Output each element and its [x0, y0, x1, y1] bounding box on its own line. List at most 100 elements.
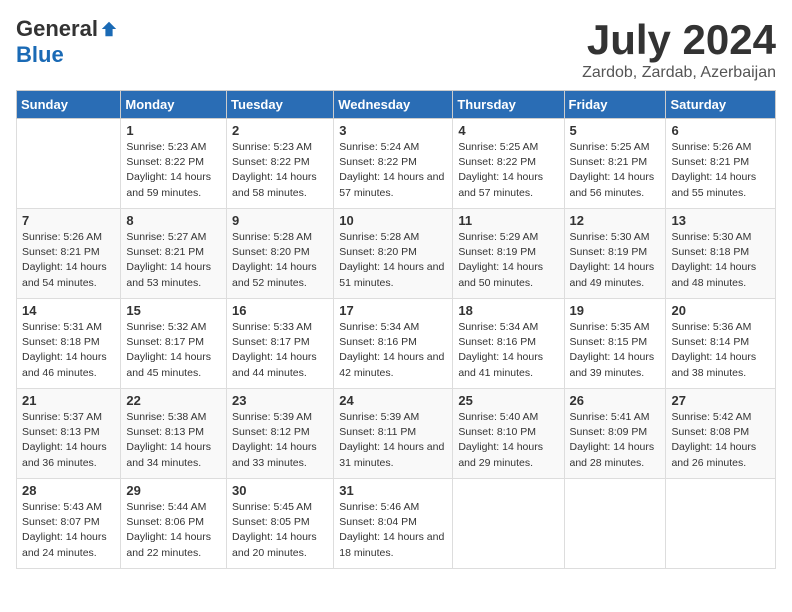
day-number: 26 — [570, 393, 661, 408]
day-number: 27 — [671, 393, 770, 408]
day-number: 19 — [570, 303, 661, 318]
calendar-subtitle: Zardob, Zardab, Azerbaijan — [582, 64, 776, 82]
day-info: Sunrise: 5:45 AMSunset: 8:05 PMDaylight:… — [232, 501, 317, 559]
calendar-cell: 29 Sunrise: 5:44 AMSunset: 8:06 PMDaylig… — [121, 479, 227, 569]
col-monday: Monday — [121, 91, 227, 119]
day-info: Sunrise: 5:39 AMSunset: 8:12 PMDaylight:… — [232, 411, 317, 469]
day-number: 18 — [458, 303, 558, 318]
day-info: Sunrise: 5:36 AMSunset: 8:14 PMDaylight:… — [671, 321, 756, 379]
day-info: Sunrise: 5:30 AMSunset: 8:18 PMDaylight:… — [671, 231, 756, 289]
calendar-cell: 5 Sunrise: 5:25 AMSunset: 8:21 PMDayligh… — [564, 119, 666, 209]
day-number: 9 — [232, 213, 328, 228]
calendar-cell: 3 Sunrise: 5:24 AMSunset: 8:22 PMDayligh… — [334, 119, 453, 209]
day-number: 15 — [126, 303, 221, 318]
day-number: 31 — [339, 483, 447, 498]
day-number: 5 — [570, 123, 661, 138]
calendar-cell: 6 Sunrise: 5:26 AMSunset: 8:21 PMDayligh… — [666, 119, 776, 209]
calendar-title: July 2024 — [582, 16, 776, 64]
day-number: 22 — [126, 393, 221, 408]
calendar-cell: 25 Sunrise: 5:40 AMSunset: 8:10 PMDaylig… — [453, 389, 564, 479]
day-number: 25 — [458, 393, 558, 408]
week-row-1: 1 Sunrise: 5:23 AMSunset: 8:22 PMDayligh… — [17, 119, 776, 209]
day-number: 13 — [671, 213, 770, 228]
day-number: 28 — [22, 483, 115, 498]
calendar-cell: 20 Sunrise: 5:36 AMSunset: 8:14 PMDaylig… — [666, 299, 776, 389]
calendar-cell: 10 Sunrise: 5:28 AMSunset: 8:20 PMDaylig… — [334, 209, 453, 299]
day-info: Sunrise: 5:28 AMSunset: 8:20 PMDaylight:… — [339, 231, 444, 289]
day-info: Sunrise: 5:46 AMSunset: 8:04 PMDaylight:… — [339, 501, 444, 559]
day-info: Sunrise: 5:33 AMSunset: 8:17 PMDaylight:… — [232, 321, 317, 379]
logo-general-text: General — [16, 16, 98, 42]
calendar-cell: 31 Sunrise: 5:46 AMSunset: 8:04 PMDaylig… — [334, 479, 453, 569]
day-info: Sunrise: 5:27 AMSunset: 8:21 PMDaylight:… — [126, 231, 211, 289]
calendar-cell — [666, 479, 776, 569]
week-row-5: 28 Sunrise: 5:43 AMSunset: 8:07 PMDaylig… — [17, 479, 776, 569]
header-row: Sunday Monday Tuesday Wednesday Thursday… — [17, 91, 776, 119]
day-info: Sunrise: 5:34 AMSunset: 8:16 PMDaylight:… — [458, 321, 543, 379]
day-info: Sunrise: 5:25 AMSunset: 8:22 PMDaylight:… — [458, 141, 543, 199]
calendar-cell: 7 Sunrise: 5:26 AMSunset: 8:21 PMDayligh… — [17, 209, 121, 299]
calendar-cell: 23 Sunrise: 5:39 AMSunset: 8:12 PMDaylig… — [227, 389, 334, 479]
calendar-cell: 19 Sunrise: 5:35 AMSunset: 8:15 PMDaylig… — [564, 299, 666, 389]
day-number: 4 — [458, 123, 558, 138]
day-info: Sunrise: 5:31 AMSunset: 8:18 PMDaylight:… — [22, 321, 107, 379]
title-section: July 2024 Zardob, Zardab, Azerbaijan — [582, 16, 776, 82]
day-info: Sunrise: 5:25 AMSunset: 8:21 PMDaylight:… — [570, 141, 655, 199]
calendar-cell: 11 Sunrise: 5:29 AMSunset: 8:19 PMDaylig… — [453, 209, 564, 299]
calendar-cell: 26 Sunrise: 5:41 AMSunset: 8:09 PMDaylig… — [564, 389, 666, 479]
day-number: 21 — [22, 393, 115, 408]
day-info: Sunrise: 5:35 AMSunset: 8:15 PMDaylight:… — [570, 321, 655, 379]
calendar-cell: 24 Sunrise: 5:39 AMSunset: 8:11 PMDaylig… — [334, 389, 453, 479]
day-info: Sunrise: 5:37 AMSunset: 8:13 PMDaylight:… — [22, 411, 107, 469]
col-saturday: Saturday — [666, 91, 776, 119]
calendar-cell: 13 Sunrise: 5:30 AMSunset: 8:18 PMDaylig… — [666, 209, 776, 299]
day-number: 29 — [126, 483, 221, 498]
day-info: Sunrise: 5:30 AMSunset: 8:19 PMDaylight:… — [570, 231, 655, 289]
day-number: 8 — [126, 213, 221, 228]
day-info: Sunrise: 5:41 AMSunset: 8:09 PMDaylight:… — [570, 411, 655, 469]
day-number: 11 — [458, 213, 558, 228]
col-wednesday: Wednesday — [334, 91, 453, 119]
col-thursday: Thursday — [453, 91, 564, 119]
calendar-cell — [17, 119, 121, 209]
day-info: Sunrise: 5:42 AMSunset: 8:08 PMDaylight:… — [671, 411, 756, 469]
calendar-cell: 8 Sunrise: 5:27 AMSunset: 8:21 PMDayligh… — [121, 209, 227, 299]
calendar-cell: 30 Sunrise: 5:45 AMSunset: 8:05 PMDaylig… — [227, 479, 334, 569]
calendar-table: Sunday Monday Tuesday Wednesday Thursday… — [16, 90, 776, 569]
day-info: Sunrise: 5:28 AMSunset: 8:20 PMDaylight:… — [232, 231, 317, 289]
day-number: 10 — [339, 213, 447, 228]
week-row-3: 14 Sunrise: 5:31 AMSunset: 8:18 PMDaylig… — [17, 299, 776, 389]
day-number: 30 — [232, 483, 328, 498]
logo: General Blue — [16, 16, 118, 68]
logo-blue-text: Blue — [16, 42, 64, 68]
col-tuesday: Tuesday — [227, 91, 334, 119]
day-number: 6 — [671, 123, 770, 138]
page-header: General Blue July 2024 Zardob, Zardab, A… — [16, 16, 776, 82]
calendar-cell: 21 Sunrise: 5:37 AMSunset: 8:13 PMDaylig… — [17, 389, 121, 479]
day-info: Sunrise: 5:32 AMSunset: 8:17 PMDaylight:… — [126, 321, 211, 379]
week-row-4: 21 Sunrise: 5:37 AMSunset: 8:13 PMDaylig… — [17, 389, 776, 479]
calendar-cell: 27 Sunrise: 5:42 AMSunset: 8:08 PMDaylig… — [666, 389, 776, 479]
day-number: 24 — [339, 393, 447, 408]
day-info: Sunrise: 5:24 AMSunset: 8:22 PMDaylight:… — [339, 141, 444, 199]
day-info: Sunrise: 5:29 AMSunset: 8:19 PMDaylight:… — [458, 231, 543, 289]
calendar-cell: 15 Sunrise: 5:32 AMSunset: 8:17 PMDaylig… — [121, 299, 227, 389]
calendar-cell: 16 Sunrise: 5:33 AMSunset: 8:17 PMDaylig… — [227, 299, 334, 389]
calendar-cell: 22 Sunrise: 5:38 AMSunset: 8:13 PMDaylig… — [121, 389, 227, 479]
day-info: Sunrise: 5:26 AMSunset: 8:21 PMDaylight:… — [671, 141, 756, 199]
calendar-cell: 12 Sunrise: 5:30 AMSunset: 8:19 PMDaylig… — [564, 209, 666, 299]
day-number: 14 — [22, 303, 115, 318]
day-number: 3 — [339, 123, 447, 138]
day-info: Sunrise: 5:40 AMSunset: 8:10 PMDaylight:… — [458, 411, 543, 469]
day-number: 20 — [671, 303, 770, 318]
day-info: Sunrise: 5:39 AMSunset: 8:11 PMDaylight:… — [339, 411, 444, 469]
calendar-cell: 1 Sunrise: 5:23 AMSunset: 8:22 PMDayligh… — [121, 119, 227, 209]
day-info: Sunrise: 5:23 AMSunset: 8:22 PMDaylight:… — [126, 141, 211, 199]
calendar-cell: 4 Sunrise: 5:25 AMSunset: 8:22 PMDayligh… — [453, 119, 564, 209]
col-friday: Friday — [564, 91, 666, 119]
day-info: Sunrise: 5:23 AMSunset: 8:22 PMDaylight:… — [232, 141, 317, 199]
calendar-cell: 28 Sunrise: 5:43 AMSunset: 8:07 PMDaylig… — [17, 479, 121, 569]
calendar-cell: 2 Sunrise: 5:23 AMSunset: 8:22 PMDayligh… — [227, 119, 334, 209]
day-number: 7 — [22, 213, 115, 228]
logo-icon — [100, 20, 118, 38]
